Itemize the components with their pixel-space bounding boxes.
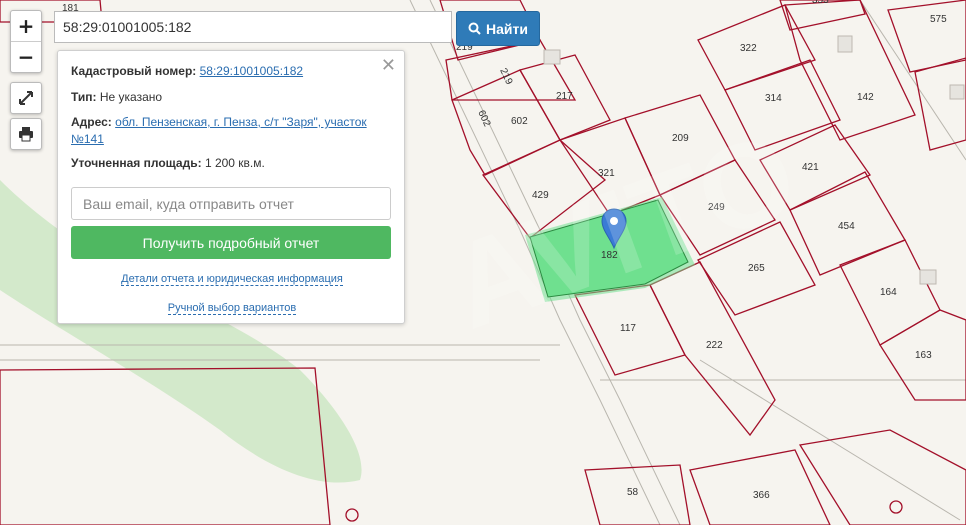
fullscreen-button[interactable] <box>10 82 42 114</box>
address-link[interactable]: обл. Пензенская, г. Пенза, с/т "Заря", у… <box>115 115 367 129</box>
parcel-label: 163 <box>915 350 932 361</box>
cadastral-row: Кадастровый номер: 58:29:1001005:182 <box>71 63 303 80</box>
zoom-out-button[interactable]: − <box>11 41 41 72</box>
type-label: Тип: <box>71 90 97 104</box>
cadastral-link[interactable]: 58:29:1001005:182 <box>200 64 303 78</box>
cadastral-search-input[interactable]: 58:29:01001005:182 <box>54 11 452 43</box>
address-label: Адрес: <box>71 115 112 129</box>
get-report-label: Получить подробный отчет <box>142 234 320 251</box>
parcel-label: 265 <box>748 263 765 274</box>
search-button-label: Найти <box>486 20 528 37</box>
details-link-row: Детали отчета и юридическая информация <box>58 273 406 286</box>
expand-icon <box>19 91 33 105</box>
get-report-button[interactable]: Получить подробный отчет <box>71 226 391 259</box>
parcel-label: 142 <box>857 92 874 103</box>
parcel-label: 602 <box>511 116 528 127</box>
manual-link-row: Ручной выбор вариантов <box>58 302 406 315</box>
close-icon[interactable]: ✕ <box>381 55 396 76</box>
manual-selection-link[interactable]: Ручной выбор вариантов <box>167 302 297 315</box>
parcel-label: 322 <box>740 43 757 54</box>
cadastral-label: Кадастровый номер: <box>71 64 197 78</box>
search-input-value: 58:29:01001005:182 <box>63 19 192 35</box>
zoom-in-button[interactable]: + <box>11 11 41 41</box>
address-row: Адрес: обл. Пензенская, г. Пенза, с/т "З… <box>71 114 391 148</box>
area-value: 1 200 кв.м. <box>204 156 265 170</box>
type-row: Тип: Не указано <box>71 89 162 106</box>
email-placeholder: Ваш email, куда отправить отчет <box>83 195 294 212</box>
parcel-label: 217 <box>556 91 573 102</box>
parcel-label: 366 <box>753 490 770 501</box>
watermark: AVITO <box>433 107 813 355</box>
parcel-label: 222 <box>706 340 723 351</box>
parcel-label: 454 <box>838 221 855 232</box>
markers <box>345 500 903 522</box>
search-button[interactable]: Найти <box>456 11 540 46</box>
parcel-label: 314 <box>765 93 782 104</box>
area-label: Уточненная площадь: <box>71 156 202 170</box>
search-icon <box>468 22 481 35</box>
parcel-label: 58 <box>627 487 639 498</box>
details-link[interactable]: Детали отчета и юридическая информация <box>121 273 343 286</box>
area-row: Уточненная площадь: 1 200 кв.м. <box>71 155 265 172</box>
print-button[interactable] <box>10 118 42 150</box>
zoom-controls: + − <box>10 10 42 73</box>
parcel-label: 575 <box>930 14 947 25</box>
print-icon <box>19 127 33 142</box>
address-link-line2[interactable]: №141 <box>71 132 104 146</box>
parcel-label: 421 <box>802 162 819 173</box>
parcel-label: 164 <box>880 287 897 298</box>
email-input[interactable]: Ваш email, куда отправить отчет <box>71 187 391 220</box>
parcel-label: 117 <box>620 323 636 334</box>
parcel-info-popup: ✕ Кадастровый номер: 58:29:1001005:182 Т… <box>57 50 405 324</box>
parcel-label: 219 <box>497 67 514 87</box>
type-value: Не указано <box>99 90 163 104</box>
parcel-label: 353 <box>812 0 829 6</box>
